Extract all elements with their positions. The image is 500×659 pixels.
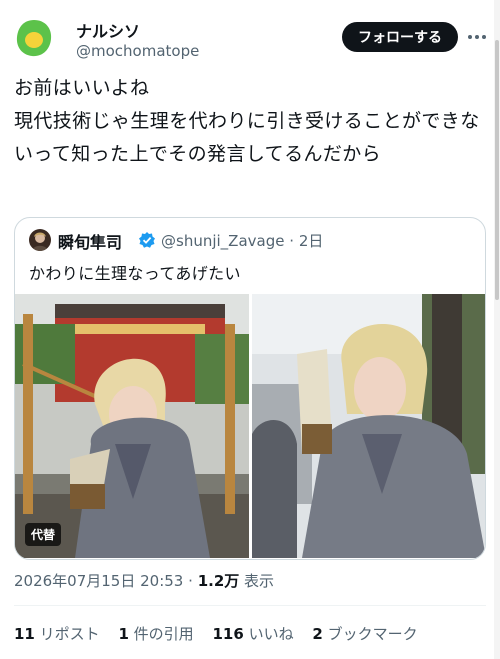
likes-stat[interactable]: 116 いいね [212, 625, 293, 643]
meta-separator: · [188, 572, 193, 590]
verified-badge-icon [139, 232, 155, 248]
quoted-meta: @shunji_Zavage · 2日 [161, 230, 323, 251]
quoted-display-name: 瞬旬隼司 [58, 233, 123, 252]
engagement-stats: 11 リポスト 1 件の引用 116 いいね 2 ブックマーク [14, 623, 432, 644]
likes-count: 116 [212, 625, 244, 643]
author-handle[interactable]: @mochomatope [76, 42, 199, 60]
reposts-count: 11 [14, 625, 35, 643]
author-display-name[interactable]: ナルシソ [76, 18, 140, 42]
reposts-stat[interactable]: 11 リポスト [14, 625, 100, 643]
tweet-meta: 2026年07月15日 20:53 · 1.2万 表示 [14, 570, 274, 591]
quoted-age: 2日 [298, 232, 324, 250]
tweet-timestamp[interactable]: 2026年07月15日 20:53 [14, 572, 183, 590]
bookmarks-count: 2 [312, 625, 323, 643]
quotes-count: 1 [118, 625, 129, 643]
divider [14, 605, 486, 606]
author-avatar[interactable] [14, 18, 54, 58]
alt-text-badge[interactable]: 代替 [25, 523, 62, 546]
quotes-label: 件の引用 [133, 625, 194, 643]
quoted-tweet[interactable]: 瞬旬隼司 @shunji_Zavage · 2日 かわりに生理なってあげたい 代… [14, 217, 486, 560]
quoted-photo-2[interactable] [252, 294, 485, 558]
quoted-separator: · [289, 232, 295, 250]
quoted-photo-1[interactable]: 代替 [15, 294, 249, 558]
scrollbar[interactable] [494, 0, 500, 659]
quoted-author-avatar [29, 229, 51, 251]
reposts-label: リポスト [39, 625, 100, 643]
scrollbar-thumb[interactable] [495, 40, 499, 300]
more-icon[interactable] [464, 22, 490, 52]
tweet-header: ナルシソ @mochomatope フォローする [14, 12, 486, 62]
views-count: 1.2万 [197, 572, 240, 590]
follow-button[interactable]: フォローする [342, 22, 458, 52]
bookmarks-label: ブックマーク [327, 625, 418, 643]
bookmarks-stat[interactable]: 2 ブックマーク [312, 625, 417, 643]
quoted-handle: @shunji_Zavage [161, 232, 285, 250]
quoted-text: かわりに生理なってあげたい [29, 264, 241, 283]
quotes-stat[interactable]: 1 件の引用 [118, 625, 193, 643]
likes-label: いいね [248, 625, 294, 643]
tweet-text: お前はいいよね 現代技術じゃ生理を代わりに引き受けることができないって知った上で… [14, 77, 480, 165]
views-label: 表示 [244, 572, 275, 590]
